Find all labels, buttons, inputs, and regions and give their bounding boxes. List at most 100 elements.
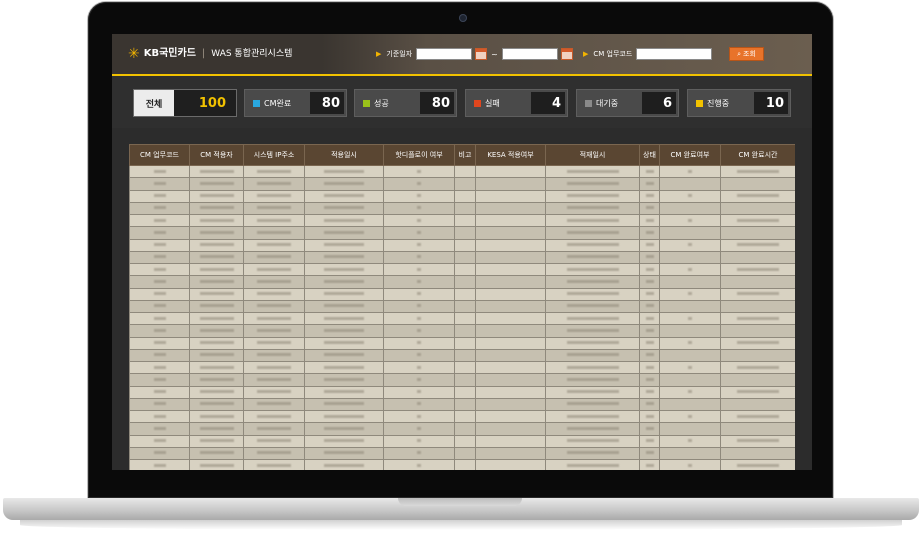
blurred-cell-content (257, 194, 291, 198)
column-header[interactable]: CM 완료시간 (720, 144, 795, 166)
table-row[interactable] (129, 422, 795, 436)
column-header[interactable]: KESA 적용여부 (475, 144, 546, 166)
column-header[interactable]: CM 완료여부 (659, 144, 721, 166)
table-row[interactable] (129, 458, 795, 470)
calendar-icon[interactable] (475, 48, 488, 60)
table-cell (454, 299, 476, 314)
table-cell (545, 287, 640, 301)
table-cell (189, 299, 244, 314)
table-cell (383, 201, 455, 216)
column-header[interactable]: CM 적용자 (189, 144, 244, 166)
table-cell (383, 250, 455, 265)
table-row[interactable] (129, 385, 795, 399)
blurred-cell-content (257, 279, 291, 283)
stat-in-progress[interactable]: 진행중 10 (687, 89, 791, 117)
blurred-cell-content (199, 316, 234, 320)
table-row[interactable] (129, 164, 795, 179)
table-cell (475, 213, 546, 228)
column-header[interactable]: CM 업무코드 (129, 144, 190, 166)
table-cell (243, 409, 305, 424)
table-row[interactable] (129, 226, 795, 240)
table-row[interactable] (129, 299, 795, 314)
table-cell (383, 226, 455, 240)
table-cell (304, 385, 384, 399)
table-cell (720, 177, 795, 191)
blurred-cell-content (257, 451, 291, 455)
base-date-filter: ▶ 기준일자 ~ (376, 47, 573, 61)
table-cell (189, 213, 244, 228)
search-button[interactable]: ⌕ 조회 (729, 47, 764, 61)
search-button-label: 조회 (743, 50, 756, 58)
table-cell (659, 336, 721, 350)
table-cell (545, 189, 640, 203)
waiting-square-icon (585, 99, 592, 107)
table-row[interactable] (129, 287, 795, 301)
stat-failure[interactable]: 실패 4 (465, 89, 568, 117)
blurred-cell-content (645, 206, 654, 210)
table-cell (454, 164, 476, 179)
table-row[interactable] (129, 360, 795, 375)
table-row[interactable] (129, 177, 795, 191)
column-header[interactable]: 상태 (639, 144, 660, 166)
table-row[interactable] (129, 201, 795, 216)
table-row[interactable] (129, 434, 795, 448)
success-square-icon (363, 99, 370, 107)
table-row[interactable] (129, 250, 795, 265)
column-header[interactable]: 핫디플로이 여부 (383, 144, 455, 166)
blurred-cell-content (324, 414, 364, 418)
table-cell (475, 385, 546, 399)
table-row[interactable] (129, 189, 795, 203)
table-cell (659, 324, 721, 338)
table-cell (545, 324, 640, 338)
stat-waiting[interactable]: 대기중 6 (576, 89, 679, 117)
blurred-cell-content (153, 451, 166, 455)
table-cell (639, 238, 660, 252)
table-row[interactable] (129, 397, 795, 412)
blurred-cell-content (417, 439, 421, 443)
table-cell (243, 287, 305, 301)
stat-label: 대기중 (596, 98, 619, 108)
cm-code-input[interactable] (636, 48, 713, 60)
table-cell (189, 250, 244, 265)
stat-total[interactable]: 전체 100 (133, 89, 237, 117)
table-row[interactable] (129, 238, 795, 252)
stat-cm-complete[interactable]: CM완료 80 (244, 89, 347, 117)
stat-label: CM완료 (264, 98, 292, 108)
blurred-cell-content (199, 353, 234, 357)
blurred-cell-content (645, 243, 654, 247)
table-cell (304, 348, 384, 363)
table-cell (545, 409, 640, 424)
column-header[interactable]: 적용일시 (304, 144, 384, 166)
table-cell (189, 311, 244, 326)
table-row[interactable] (129, 373, 795, 387)
table-cell (129, 213, 190, 228)
table-row[interactable] (129, 446, 795, 461)
table-cell (720, 373, 795, 387)
blurred-cell-content (566, 353, 619, 357)
start-date-input[interactable] (416, 48, 473, 60)
table-row[interactable] (129, 311, 795, 326)
table-cell (243, 434, 305, 448)
table-cell (454, 336, 476, 350)
column-header[interactable]: 적재일시 (545, 144, 640, 166)
stat-success[interactable]: 성공 80 (354, 89, 457, 117)
table-row[interactable] (129, 336, 795, 350)
table-row[interactable] (129, 409, 795, 424)
table-row[interactable] (129, 275, 795, 289)
end-date-input[interactable] (501, 48, 558, 60)
laptop-shadow (20, 520, 902, 530)
table-cell (659, 446, 721, 461)
table-row[interactable] (129, 324, 795, 338)
table-cell (659, 201, 721, 216)
table-cell (454, 250, 476, 265)
blurred-cell-content (257, 218, 291, 222)
table-row[interactable] (129, 213, 795, 228)
table-cell (129, 348, 190, 363)
calendar-icon[interactable] (560, 48, 573, 60)
table-row[interactable] (129, 262, 795, 277)
column-header[interactable]: 비고 (454, 144, 476, 166)
brand-logo[interactable]: ✳ KB국민카드 | WAS 통합관리시스템 (128, 46, 292, 62)
column-header[interactable]: 시스템 IP주소 (243, 144, 305, 166)
table-row[interactable] (129, 348, 795, 363)
blurred-cell-content (417, 377, 421, 381)
